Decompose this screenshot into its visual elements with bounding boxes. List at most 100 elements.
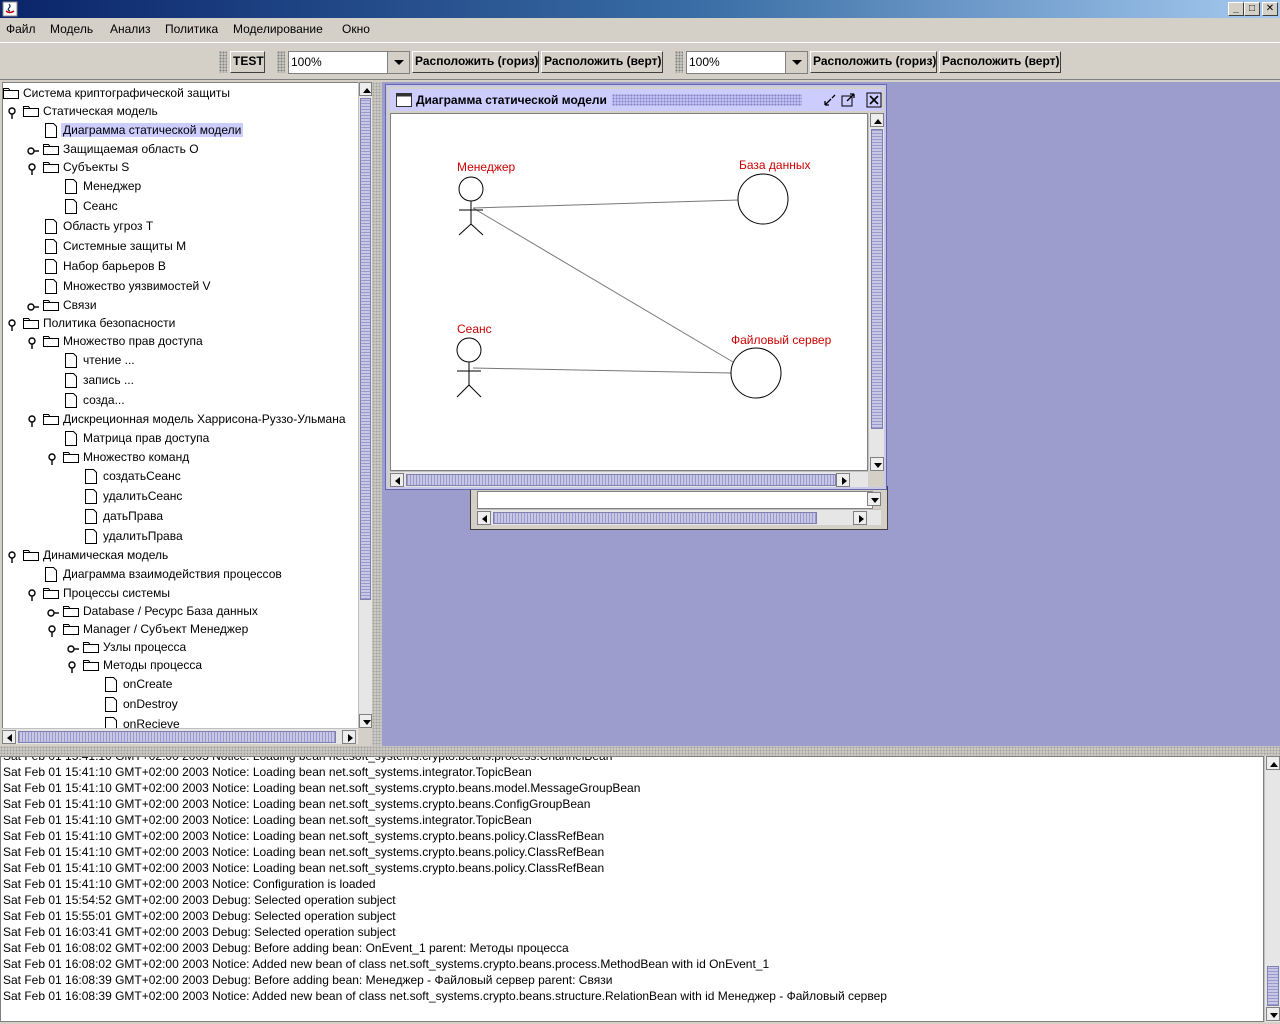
tree-node[interactable]: onRecieve bbox=[3, 716, 358, 728]
expanded-handle-icon[interactable] bbox=[7, 107, 17, 119]
scroll-left-button[interactable] bbox=[2, 730, 16, 744]
menu-model[interactable]: Модель bbox=[50, 22, 93, 36]
tree-node[interactable]: Защищаемая область O bbox=[3, 141, 358, 159]
maximize-icon[interactable] bbox=[840, 92, 856, 108]
collapsed-handle-icon[interactable] bbox=[47, 607, 59, 617]
scroll-thumb[interactable] bbox=[406, 474, 836, 486]
tree-node[interactable]: удалитьСеанс bbox=[3, 488, 358, 506]
tree-node[interactable]: Множество уязвимостей V bbox=[3, 278, 358, 296]
expanded-handle-icon[interactable] bbox=[27, 163, 37, 175]
tree-node[interactable]: Система криптографической защиты bbox=[3, 85, 358, 103]
scroll-right-button[interactable] bbox=[342, 730, 356, 744]
expanded-handle-icon[interactable] bbox=[67, 661, 77, 673]
arrange-horizontal-button[interactable]: Расположить (гориз) bbox=[412, 51, 539, 73]
tree-node[interactable]: Manager / Субъект Менеджер bbox=[3, 621, 358, 639]
tree-node[interactable]: Методы процесса bbox=[3, 657, 358, 675]
relation-line[interactable] bbox=[472, 207, 734, 363]
tree-horizontal-scrollbar[interactable] bbox=[2, 728, 358, 744]
collapsed-handle-icon[interactable] bbox=[27, 301, 39, 311]
tree-node[interactable]: запись ... bbox=[3, 372, 358, 390]
arrange-vertical-button[interactable]: Расположить (верт) bbox=[939, 51, 1061, 73]
expanded-handle-icon[interactable] bbox=[27, 589, 37, 601]
actor-session[interactable] bbox=[456, 337, 482, 398]
tree-node[interactable]: Процессы системы bbox=[3, 585, 358, 603]
tree-node[interactable]: Database / Ресурс База данных bbox=[3, 603, 358, 621]
vertical-splitter[interactable] bbox=[372, 82, 382, 746]
test-button[interactable]: TEST bbox=[230, 51, 265, 73]
arrange-horizontal-button[interactable]: Расположить (гориз) bbox=[810, 51, 937, 73]
resource-fileserver[interactable] bbox=[730, 347, 782, 399]
tree-node[interactable]: Системные защиты M bbox=[3, 238, 358, 256]
actor-manager[interactable] bbox=[458, 176, 484, 236]
toolbar-grip[interactable] bbox=[219, 51, 227, 73]
scroll-down-button[interactable] bbox=[870, 457, 884, 471]
scroll-right-button[interactable] bbox=[836, 473, 850, 487]
scroll-up-button[interactable] bbox=[359, 82, 372, 96]
scroll-thumb[interactable] bbox=[493, 512, 817, 524]
diagram-vertical-scrollbar[interactable] bbox=[868, 113, 884, 471]
close-button[interactable]: ✕ bbox=[1262, 2, 1278, 16]
scroll-down-button[interactable] bbox=[1266, 1007, 1280, 1021]
tree-node[interactable]: Статическая модель bbox=[3, 103, 358, 121]
iconify-icon[interactable] bbox=[822, 92, 838, 108]
tree-node[interactable]: Узлы процесса bbox=[3, 639, 358, 657]
horizontal-splitter[interactable] bbox=[0, 746, 1280, 756]
scroll-down-button[interactable] bbox=[359, 714, 372, 728]
tree-node[interactable]: Политика безопасности bbox=[3, 315, 358, 333]
close-icon[interactable] bbox=[866, 92, 882, 108]
expanded-handle-icon[interactable] bbox=[27, 337, 37, 349]
expanded-handle-icon[interactable] bbox=[27, 415, 37, 427]
scroll-thumb[interactable] bbox=[871, 129, 883, 429]
scroll-right-button[interactable] bbox=[853, 511, 867, 525]
tree-node[interactable]: Диаграмма взаимодействия процессов bbox=[3, 566, 358, 584]
tree-node[interactable]: Субъекты S bbox=[3, 159, 358, 177]
tree-node[interactable]: удалитьПрава bbox=[3, 528, 358, 546]
relation-line[interactable] bbox=[472, 199, 740, 209]
tree-node[interactable]: Дискреционная модель Харрисона-Руззо-Уль… bbox=[3, 411, 358, 429]
zoom-combo-2[interactable]: 100% bbox=[686, 51, 808, 74]
tree-node[interactable]: Множество команд bbox=[3, 449, 358, 467]
static-model-diagram-window[interactable]: Диаграмма статической модели Менеджер Се… bbox=[386, 85, 886, 489]
tree-node[interactable]: Набор барьеров B bbox=[3, 258, 358, 276]
tree-node[interactable]: Динамическая модель bbox=[3, 547, 358, 565]
collapsed-handle-icon[interactable] bbox=[27, 145, 39, 155]
scroll-down-button[interactable] bbox=[867, 492, 881, 506]
scroll-thumb[interactable] bbox=[18, 731, 336, 743]
tree-node[interactable]: Сеанс bbox=[3, 198, 358, 216]
menu-analysis[interactable]: Анализ bbox=[110, 22, 151, 36]
scroll-up-button[interactable] bbox=[1266, 756, 1280, 770]
resource-database[interactable] bbox=[737, 173, 789, 225]
relation-line[interactable] bbox=[472, 367, 732, 374]
chevron-down-icon[interactable] bbox=[387, 52, 409, 73]
tree-node[interactable]: Связи bbox=[3, 297, 358, 315]
tree-node[interactable]: Менеджер bbox=[3, 178, 358, 196]
zoom-combo-1[interactable]: 100% bbox=[288, 51, 410, 74]
scroll-thumb[interactable] bbox=[360, 98, 371, 600]
tree-vertical-scrollbar[interactable] bbox=[358, 82, 372, 728]
arrange-vertical-button[interactable]: Расположить (верт) bbox=[541, 51, 663, 73]
internal-window-titlebar[interactable]: Диаграмма статической модели bbox=[390, 89, 882, 111]
tree-node[interactable]: созда... bbox=[3, 392, 358, 410]
expanded-handle-icon[interactable] bbox=[7, 551, 17, 563]
chevron-down-icon[interactable] bbox=[785, 52, 807, 73]
tree-node[interactable]: Диаграмма статической модели bbox=[3, 122, 358, 140]
background-horizontal-scrollbar[interactable] bbox=[477, 509, 881, 525]
expanded-handle-icon[interactable] bbox=[7, 319, 17, 331]
scroll-thumb[interactable] bbox=[1267, 966, 1279, 1006]
scroll-left-button[interactable] bbox=[477, 511, 491, 525]
expanded-handle-icon[interactable] bbox=[47, 625, 57, 637]
tree-node[interactable]: чтение ... bbox=[3, 352, 358, 370]
diagram-horizontal-scrollbar[interactable] bbox=[390, 471, 868, 487]
menu-policy[interactable]: Политика bbox=[165, 22, 218, 36]
minimize-button[interactable]: _ bbox=[1228, 2, 1244, 16]
background-internal-window[interactable] bbox=[470, 486, 888, 530]
maximize-button[interactable]: □ bbox=[1244, 2, 1260, 16]
tree-node[interactable]: Множество прав доступа bbox=[3, 333, 358, 351]
scroll-left-button[interactable] bbox=[390, 473, 404, 487]
tree-node[interactable]: onDestroy bbox=[3, 696, 358, 714]
menu-file[interactable]: Файл bbox=[6, 22, 36, 36]
diagram-canvas[interactable]: Менеджер Сеанс База данных Файловый серв… bbox=[390, 113, 868, 471]
tree-node[interactable]: onCreate bbox=[3, 676, 358, 694]
expanded-handle-icon[interactable] bbox=[47, 453, 57, 465]
tree-node[interactable]: датьПрава bbox=[3, 508, 358, 526]
